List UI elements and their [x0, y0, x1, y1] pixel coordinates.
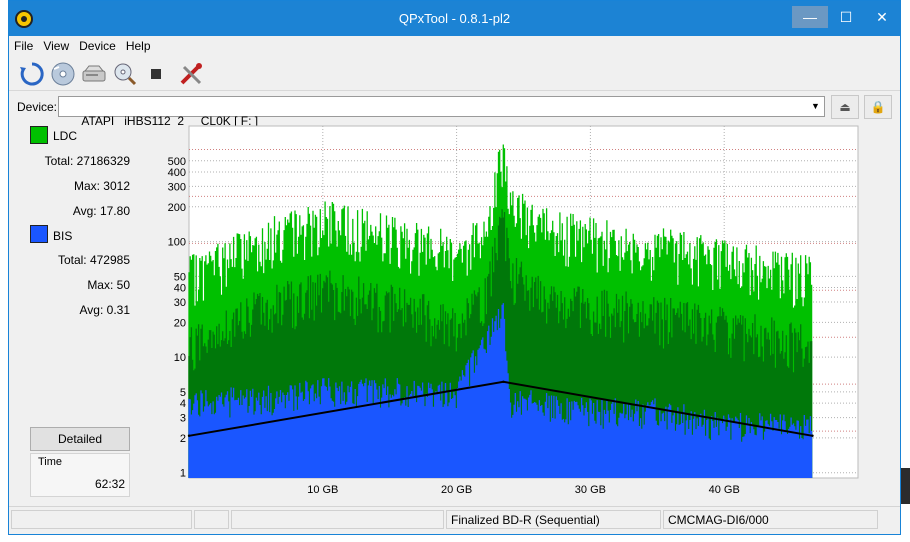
bis-max: Max: 50 — [87, 278, 130, 292]
detailed-button[interactable]: Detailed — [30, 427, 130, 451]
time-box: Time 62:32 — [30, 453, 130, 497]
y-left-tick-label: 4 — [180, 398, 186, 410]
media-id-status: CMCMAG-DI6/000 — [663, 510, 878, 529]
time-value: 62:32 — [94, 477, 125, 491]
scan-icon[interactable] — [112, 61, 138, 87]
speed-point — [811, 434, 814, 437]
y-left-tick-label: 50 — [174, 271, 186, 283]
y-left-tick-label: 500 — [168, 156, 186, 168]
x-tick-label: 10 GB — [307, 484, 338, 496]
refresh-icon[interactable] — [19, 61, 45, 87]
stop-icon[interactable] — [143, 61, 169, 87]
y-left-tick-label: 200 — [168, 202, 186, 214]
y-left-tick-label: 20 — [174, 317, 186, 329]
y-left-tick-label: 2 — [180, 433, 186, 445]
status-cell-3 — [231, 510, 444, 529]
y-left-tick-label: 100 — [168, 237, 186, 249]
tools-icon[interactable] — [178, 61, 204, 87]
bis-swatch — [30, 225, 48, 243]
y-left-tick-label: 300 — [168, 181, 186, 193]
speed-point — [187, 434, 191, 437]
y-left-tick-label: 10 — [174, 352, 186, 364]
scan-chart: 1234510203040501002003004005002468101214… — [168, 125, 892, 496]
status-cell-2 — [194, 510, 229, 529]
window-title: QPxTool - 0.8.1-pl2 — [398, 11, 511, 26]
status-cell-1 — [11, 510, 192, 529]
close-button[interactable]: ✕ — [864, 6, 900, 28]
chevron-down-icon[interactable]: ▼ — [809, 99, 822, 114]
time-label: Time — [38, 456, 63, 468]
y-left-tick-label: 1 — [180, 468, 186, 480]
taskbar-fragment — [901, 468, 910, 504]
y-left-tick-label: 30 — [174, 297, 186, 309]
disc-icon[interactable] — [50, 61, 76, 87]
menu-bar: File View Device Help — [9, 36, 900, 56]
drive-icon[interactable] — [81, 61, 107, 87]
menu-view[interactable]: View — [38, 36, 74, 56]
ldc-swatch — [30, 126, 48, 144]
disc-type-status: Finalized BD-R (Sequential) — [446, 510, 661, 529]
y-left-tick-label: 40 — [174, 283, 186, 295]
ldc-avg: Avg: 17.80 — [72, 204, 130, 218]
y-left-tick-label: 5 — [180, 387, 186, 399]
device-bar: Device: ATAPI iHBS112 2 CL0K [ F: ] ▼ ⏏ … — [9, 94, 900, 128]
bis-label: BIS — [53, 229, 73, 243]
menu-file[interactable]: File — [9, 36, 38, 56]
speed-point — [502, 380, 505, 383]
ldc-total: Total: 27186329 — [44, 154, 130, 168]
toolbar — [9, 57, 900, 91]
x-tick-label: 20 GB — [441, 484, 472, 496]
device-select[interactable]: ATAPI iHBS112 2 CL0K [ F: ] ▼ — [58, 96, 825, 128]
lock-button[interactable]: 🔒 — [864, 95, 892, 119]
y-left-tick-label: 3 — [180, 413, 186, 425]
title-bar: QPxTool - 0.8.1-pl2 — ☐ ✕ — [9, 1, 900, 36]
menu-help[interactable]: Help — [121, 36, 156, 56]
menu-device[interactable]: Device — [74, 36, 121, 56]
x-tick-label: 40 GB — [709, 484, 740, 496]
ldc-max: Max: 3012 — [73, 179, 130, 193]
app-window: QPxTool - 0.8.1-pl2 — ☐ ✕ File View Device… — [8, 0, 901, 535]
chart-area: 1234510203040501002003004005002468101214… — [134, 122, 892, 500]
status-bar: Finalized BD-R (Sequential) CMCMAG-DI6/0… — [9, 506, 900, 530]
maximize-button[interactable]: ☐ — [828, 6, 864, 28]
legend-panel: LDC Total: 27186329 Max: 3012 Avg: 17.80… — [9, 122, 134, 497]
minimize-button[interactable]: — — [792, 6, 828, 28]
ldc-label: LDC — [53, 129, 78, 143]
bis-avg: Avg: 0.31 — [79, 303, 130, 317]
device-label: Device: — [17, 100, 58, 114]
x-tick-label: 30 GB — [575, 484, 606, 496]
eject-button[interactable]: ⏏ — [831, 95, 859, 119]
y-left-tick-label: 400 — [168, 167, 186, 179]
bis-total: Total: 472985 — [57, 253, 130, 267]
